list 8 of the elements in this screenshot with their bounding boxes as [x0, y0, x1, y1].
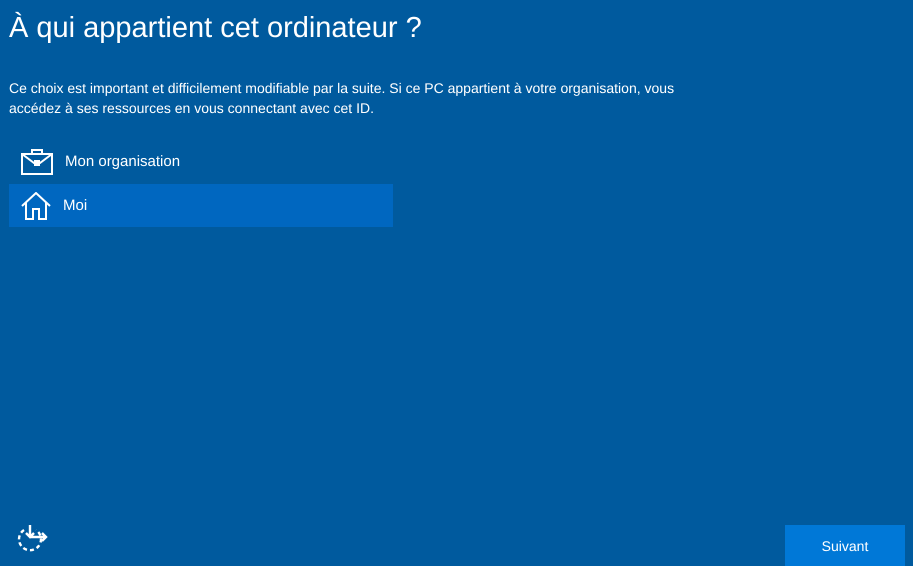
accessibility-icon[interactable] — [15, 524, 49, 554]
home-icon — [21, 192, 51, 220]
option-item[interactable]: Moi — [9, 184, 393, 227]
briefcase-icon — [21, 148, 53, 174]
page-title: À qui appartient cet ordinateur ? — [9, 10, 423, 46]
option-item[interactable]: Mon organisation — [9, 140, 393, 183]
description-text: Ce choix est important et difficilement modifiable par la suite. Si ce PC appartient à votre organisation, vous accédez à ses ressources en vous connectant avec cet ID. — [9, 79, 676, 118]
next-button[interactable]: Suivant — [785, 525, 905, 566]
